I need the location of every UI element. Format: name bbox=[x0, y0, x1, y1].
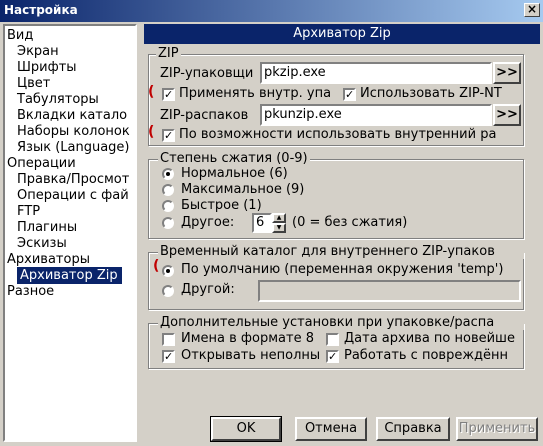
names83-checkbox[interactable] bbox=[162, 333, 175, 346]
use-internal-checkbox[interactable]: ✓ bbox=[162, 88, 175, 101]
tempdir-default-label: По умолчанию (переменная окружения 'temp… bbox=[181, 262, 504, 277]
use-internal-unpack-label: По возможности использовать внутренний р… bbox=[179, 127, 497, 142]
compression-normal-label: Нормальное (6) bbox=[181, 166, 288, 181]
title-bar: Настройка × bbox=[0, 0, 543, 22]
extra-legend: Дополнительные установки при упаковке/ра… bbox=[158, 315, 524, 330]
annotation-mark: ( bbox=[153, 258, 160, 274]
tree-item[interactable]: Вид bbox=[7, 27, 33, 44]
compression-fast-radio[interactable] bbox=[162, 200, 174, 212]
tree-item[interactable]: Разное bbox=[7, 283, 54, 300]
tree-item[interactable]: Эскизы bbox=[17, 235, 67, 252]
level-down-button[interactable]: ▼ bbox=[272, 223, 286, 233]
tree-item[interactable]: Операции с фай bbox=[17, 187, 129, 204]
unpacker-input[interactable]: pkunzip.exe bbox=[260, 104, 492, 126]
tree-item[interactable]: Вкладки катало bbox=[17, 107, 127, 124]
tree-item[interactable]: Плагины bbox=[17, 219, 77, 236]
tree-item[interactable]: Операции bbox=[7, 155, 76, 172]
tree-item[interactable]: Шрифты bbox=[17, 59, 77, 76]
compression-legend: Степень сжатия (0-9) bbox=[158, 151, 310, 166]
tree-item[interactable]: Архиваторы bbox=[7, 251, 90, 268]
use-zipnt-checkbox[interactable]: ✓ bbox=[343, 88, 356, 101]
open-incomplete-label: Открывать неполны bbox=[181, 348, 321, 363]
use-zipnt-label: Использовать ZIP-NT bbox=[360, 86, 502, 101]
settings-tree[interactable]: Вид Экран Шрифты Цвет Табуляторы Вкладки ката… bbox=[3, 24, 137, 442]
packer-label: ZIP-упаковщи bbox=[160, 66, 254, 81]
tree-item[interactable]: Язык (Language) bbox=[17, 139, 130, 156]
tree-item[interactable]: FTP bbox=[17, 203, 40, 220]
compression-max-radio[interactable] bbox=[162, 184, 174, 196]
panel-title: Архиватор Zip bbox=[144, 24, 540, 44]
packer-input[interactable]: pkzip.exe bbox=[260, 62, 492, 84]
close-button[interactable]: × bbox=[524, 3, 540, 17]
annotation-mark: ( bbox=[148, 84, 155, 100]
tempdir-default-radio[interactable] bbox=[162, 265, 174, 277]
archive-date-checkbox[interactable] bbox=[326, 333, 339, 346]
tempdir-legend: Временный каталог для внутреннего ZIP-уп… bbox=[158, 244, 524, 259]
cancel-button[interactable]: Отмена bbox=[295, 417, 367, 441]
tree-item[interactable]: Табуляторы bbox=[17, 91, 99, 108]
tree-item[interactable]: Наборы колонок bbox=[17, 123, 130, 140]
unpacker-browse-button[interactable]: >> bbox=[493, 104, 521, 126]
compression-other-radio[interactable] bbox=[162, 217, 174, 229]
tree-item[interactable]: Архиватор Zip bbox=[17, 267, 122, 284]
ok-button[interactable]: OK bbox=[210, 416, 282, 442]
unpacker-label: ZIP-распаков bbox=[160, 108, 249, 123]
damaged-label: Работать с повреждённ bbox=[344, 348, 509, 363]
open-incomplete-checkbox[interactable]: ✓ bbox=[162, 350, 175, 363]
packer-browse-button[interactable]: >> bbox=[493, 62, 521, 84]
compression-fast-label: Быстрое (1) bbox=[181, 198, 262, 213]
use-internal-unpack-checkbox[interactable]: ✓ bbox=[162, 129, 175, 142]
tree-item[interactable]: Цвет bbox=[17, 75, 50, 92]
level-up-button[interactable]: ▲ bbox=[272, 213, 286, 223]
compression-max-label: Максимальное (9) bbox=[181, 182, 305, 197]
apply-button[interactable]: Применить bbox=[456, 417, 538, 441]
compression-other-label: Другое: bbox=[181, 215, 235, 230]
compression-level-input[interactable]: 6 bbox=[252, 213, 272, 233]
use-internal-label: Применять внутр. упа bbox=[179, 86, 332, 101]
damaged-checkbox[interactable]: ✓ bbox=[326, 350, 339, 363]
compression-hint: (0 = без сжатия) bbox=[292, 215, 408, 230]
tree-item[interactable]: Правка/Просмот bbox=[17, 171, 129, 188]
window-title: Настройка bbox=[4, 3, 78, 17]
tree-item[interactable]: Экран bbox=[17, 43, 59, 60]
annotation-mark: ( bbox=[148, 124, 155, 140]
tempdir-other-label: Другой: bbox=[181, 282, 235, 297]
archive-date-label: Дата архива по новейше bbox=[344, 331, 515, 346]
names83-label: Имена в формате 8 bbox=[181, 331, 314, 346]
compression-normal-radio[interactable] bbox=[162, 168, 174, 180]
tempdir-other-input[interactable] bbox=[258, 280, 521, 302]
zip-group-legend: ZIP bbox=[156, 46, 181, 61]
tempdir-other-radio[interactable] bbox=[162, 285, 174, 297]
help-button[interactable]: Справка bbox=[376, 417, 450, 441]
